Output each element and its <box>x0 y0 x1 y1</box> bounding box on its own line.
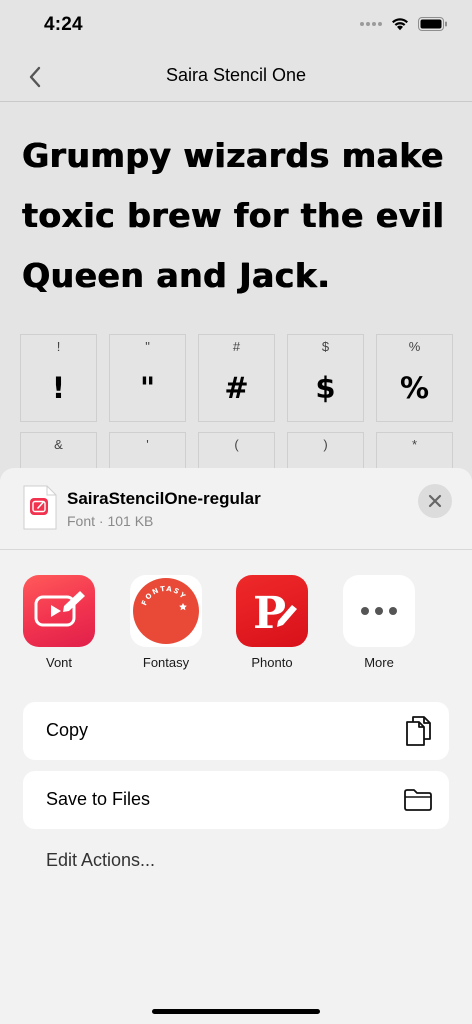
vont-app-icon <box>23 575 95 647</box>
glyph-label: ' <box>146 437 149 452</box>
glyph-label: $ <box>321 339 330 354</box>
glyph-cell[interactable]: # # <box>198 334 275 422</box>
glyph-preview: # <box>224 371 249 405</box>
glyph-cell[interactable]: % % <box>376 334 453 422</box>
share-app-more[interactable]: More <box>339 575 419 670</box>
page-title: Saira Stencil One <box>165 65 307 85</box>
glyph-label: " <box>145 339 150 354</box>
share-app-phonto[interactable]: P Phonto <box>232 575 312 670</box>
edit-actions-link[interactable]: Edit Actions... <box>46 850 155 871</box>
share-app-vont[interactable]: Vont <box>19 575 99 670</box>
font-preview-text: Grumpy wizards make toxic brew for the e… <box>22 136 445 295</box>
file-meta: Font · 101 KB <box>67 513 154 529</box>
wifi-icon <box>392 18 408 31</box>
action-label: Copy <box>46 720 89 740</box>
glyph-cell[interactable]: " " <box>109 334 186 422</box>
glyph-label: ) <box>323 437 328 452</box>
copy-icon <box>403 716 433 746</box>
status-bar: 4:24 <box>0 0 472 52</box>
status-icons <box>360 16 448 31</box>
battery-icon <box>418 16 447 31</box>
cellular-signal-icon <box>360 21 382 26</box>
home-indicator[interactable] <box>152 1009 320 1014</box>
save-to-files-action[interactable]: Save to Files <box>23 771 449 829</box>
glyph-preview: $ <box>315 371 336 405</box>
app-label: Vont <box>45 655 73 670</box>
share-sheet-header: SairaStencilOne-regular Font · 101 KB <box>0 468 472 550</box>
glyph-label: ( <box>234 437 239 452</box>
status-time: 4:24 <box>44 14 83 35</box>
glyph-label: ! <box>56 339 61 354</box>
action-label: Save to Files <box>46 789 151 809</box>
close-button[interactable] <box>418 484 452 518</box>
folder-icon <box>403 785 433 815</box>
share-sheet: SairaStencilOne-regular Font · 101 KB Vo… <box>0 468 472 1024</box>
phonto-letter: P <box>253 588 286 639</box>
glyph-cell[interactable]: ! ! <box>20 334 97 422</box>
glyph-label: & <box>54 437 63 452</box>
glyph-cell[interactable]: $ $ <box>287 334 364 422</box>
phonto-app-icon: P <box>236 575 308 647</box>
navigation-bar: Saira Stencil One <box>0 52 472 102</box>
glyph-preview: " <box>139 371 156 405</box>
file-name: SairaStencilOne-regular <box>67 489 261 508</box>
fontasy-app-icon: FONTASY <box>130 575 202 647</box>
close-icon <box>428 494 442 508</box>
app-label: More <box>364 655 394 670</box>
share-apps-row: Vont FONTASY Fontasy P Phonto More <box>0 575 472 675</box>
font-file-icon <box>23 485 57 530</box>
glyph-label: * <box>411 437 418 452</box>
app-label: Fontasy <box>142 655 190 670</box>
copy-action[interactable]: Copy <box>23 702 449 760</box>
glyph-preview: % <box>399 371 430 405</box>
share-app-fontasy[interactable]: FONTASY Fontasy <box>126 575 206 670</box>
more-icon <box>343 575 415 647</box>
glyph-label: # <box>232 339 241 354</box>
glyph-preview: ! <box>51 371 66 405</box>
app-label: Phonto <box>251 655 293 670</box>
glyph-label: % <box>408 339 421 354</box>
glyph-row: ! ! " " # # $ $ % % <box>20 334 454 422</box>
